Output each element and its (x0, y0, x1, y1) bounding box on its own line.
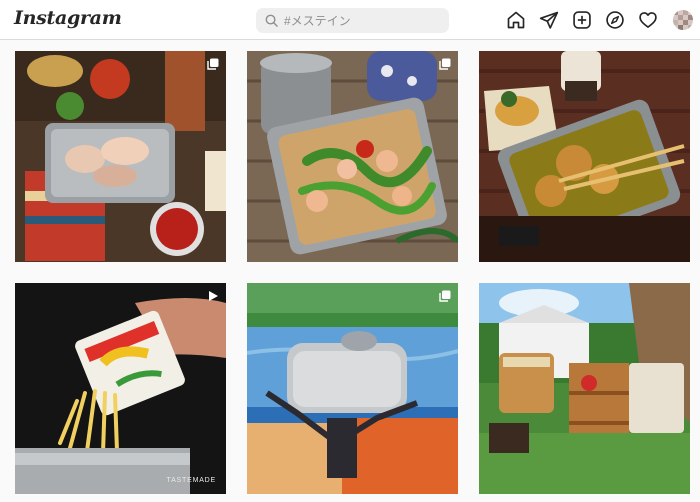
post-tile-2[interactable] (247, 51, 458, 262)
multi-photo-icon (439, 58, 451, 70)
new-post-icon[interactable] (572, 10, 592, 30)
multi-photo-icon (207, 58, 219, 70)
home-icon[interactable] (506, 10, 526, 30)
top-bar: Instagram (0, 0, 700, 40)
post-tile-4[interactable]: TASTEMADE (15, 283, 226, 494)
profile-avatar[interactable] (673, 10, 693, 30)
explore-icon[interactable] (605, 10, 625, 30)
multi-photo-icon (439, 290, 451, 302)
post-tile-6[interactable] (479, 283, 690, 494)
heart-icon[interactable] (638, 10, 658, 30)
post-image-5 (247, 283, 458, 494)
search-input[interactable] (284, 11, 442, 30)
post-image-2 (247, 51, 458, 262)
search-icon (265, 14, 278, 27)
send-icon[interactable] (539, 10, 559, 30)
post-image-4 (15, 283, 226, 494)
video-watermark: TASTEMADE (166, 477, 216, 484)
instagram-logo[interactable]: Instagram (14, 7, 122, 29)
post-image-3 (479, 51, 690, 262)
post-tile-5[interactable] (247, 283, 458, 494)
post-tile-3[interactable] (479, 51, 690, 262)
search-box[interactable] (256, 8, 449, 33)
video-icon (207, 290, 219, 302)
post-image-1 (15, 51, 226, 262)
post-image-6 (479, 283, 690, 494)
post-tile-1[interactable] (15, 51, 226, 262)
